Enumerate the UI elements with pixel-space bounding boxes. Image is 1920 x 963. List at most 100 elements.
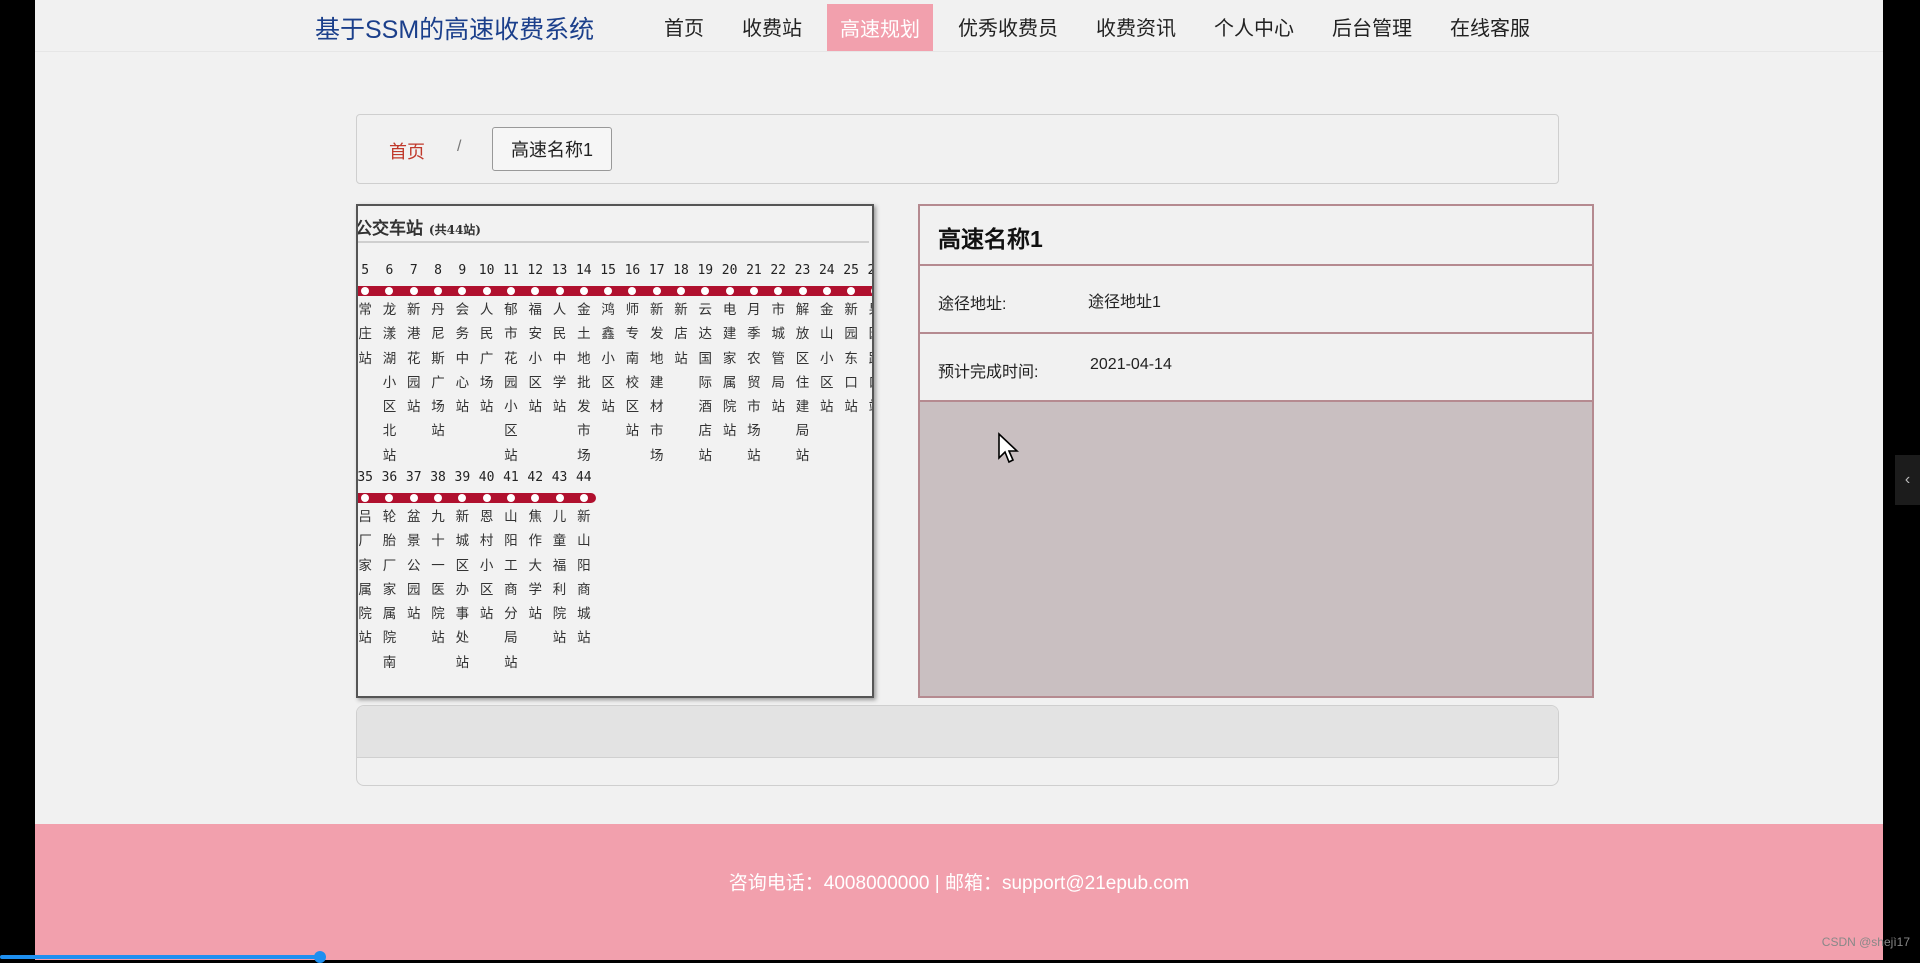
stop-name: 果园路口站 (863, 298, 872, 468)
nav-item-3[interactable]: 优秀收费员 (939, 0, 1077, 52)
breadcrumb-separator: / (457, 138, 462, 155)
stop-name: 丹尼斯广场站 (431, 302, 445, 440)
stop-dot (409, 287, 418, 295)
stop-number: 40 (478, 470, 495, 485)
stop-dot (725, 287, 734, 295)
nav-item-1[interactable]: 收费站 (723, 0, 821, 52)
page: 基于SSM的高速收费系统 首页 收费站 高速规划 优秀收费员 收费资讯 个人中心 后台管理在… (35, 0, 1883, 960)
row1-stop-numbers: 567 8 9 10 11 12 13 14 15 16 17 18 19 20 21 22 23 24 25 26 (358, 263, 872, 278)
stop-name: 人民广场站 (479, 302, 494, 416)
stop-number: 26 (863, 263, 872, 278)
stop-name: 恩村小区站 (479, 509, 494, 623)
stop-number: 18 (673, 263, 689, 278)
stop-name: 月季农贸市场站 (747, 302, 761, 464)
stop-dot (482, 494, 491, 502)
mouse-cursor-icon (998, 432, 1019, 464)
footer-contact: 咨询电话：4008000000 | 邮箱：support@21epub.com (728, 873, 1190, 894)
stop-dot (434, 494, 443, 502)
nav-item-6[interactable]: 后台管理 (1313, 0, 1431, 52)
stop-name: 郁市花园小区站 (504, 302, 518, 464)
row1-stop-names: 常庄站龙漾湖小区北站新港花园站丹尼斯广场站会务中心站人民广场站郁市花园小区站福安… (358, 298, 872, 468)
stop-number: 20 (721, 263, 738, 278)
content-box (356, 705, 1559, 786)
stop-number: 7 (409, 263, 418, 278)
route-row: 途径地址: 途径地址1 (920, 266, 1592, 334)
stop-number: 39 (454, 470, 471, 485)
route-map-header: 公交车站 (共44站) (358, 206, 869, 243)
footer: 咨询电话：4008000000 | 邮箱：support@21epub.com (35, 824, 1883, 960)
top-nav: 基于SSM的高速收费系统 首页 收费站 高速规划 优秀收费员 收费资讯 个人中心 后台管理在… (35, 0, 1883, 52)
stop-number: 25 (843, 263, 859, 278)
stop-name: 吕厂家属院站 (358, 509, 372, 647)
stop-dot (652, 287, 661, 295)
stop-dot (506, 494, 515, 502)
stop-name: 金土地批发市场 (577, 302, 591, 464)
content-box-header (357, 706, 1558, 758)
breadcrumb: 首页 / 高速名称1 (356, 114, 1559, 184)
stop-number: 38 (430, 470, 446, 485)
stop-dot (385, 287, 394, 295)
chevron-left-icon[interactable]: ‹ (1895, 455, 1920, 505)
stop-dot (579, 287, 588, 295)
stop-dot (822, 287, 831, 295)
stop-dot (677, 287, 686, 295)
stop-number: 6 (385, 263, 394, 278)
row2-stop-numbers: 35 36 37 38 39 40 41 42 43 44 (357, 470, 596, 485)
stop-name: 新店站 (674, 302, 688, 367)
route-label: 途径地址: (938, 296, 1007, 313)
stop-dot (604, 287, 613, 295)
stop-name: 九十一医院站 (431, 509, 445, 647)
stop-name: 云达国际酒店站 (698, 302, 713, 464)
breadcrumb-home-link[interactable]: 首页 (389, 138, 425, 164)
stop-name: 新城区办事处站 (455, 509, 470, 671)
stop-number: 14 (575, 263, 592, 278)
stop-dot (749, 287, 758, 295)
stop-name: 新园东口站 (844, 302, 858, 416)
stop-number: 5 (361, 263, 370, 278)
stop-name: 人民中学站 (552, 302, 567, 416)
nav-item-4[interactable]: 收费资讯 (1077, 0, 1195, 52)
stop-name: 师专南校区站 (625, 302, 640, 440)
stop-dot (434, 287, 443, 295)
stop-dot (506, 287, 515, 295)
stop-dot (385, 494, 394, 502)
stop-name: 盆景公园站 (406, 509, 421, 623)
stop-name: 常庄站 (358, 302, 372, 367)
stop-dot (458, 494, 467, 502)
nav-item-5[interactable]: 个人中心 (1195, 0, 1313, 52)
stop-name: 鸿鑫小区站 (601, 302, 615, 416)
video-progress-knob[interactable] (314, 951, 326, 963)
row1-route-line (358, 286, 872, 296)
stop-name: 新发地建材市场 (649, 302, 664, 464)
date-row: 预计完成时间: 2021-04-14 (920, 334, 1592, 402)
site-title: 基于SSM的高速收费系统 (315, 16, 595, 44)
nav-item-7[interactable]: 在线客服 (1431, 0, 1549, 52)
stop-dot (531, 287, 540, 295)
nav-item-0[interactable]: 首页 (645, 0, 723, 52)
stop-name: 轮胎厂家属院南 (382, 509, 397, 671)
video-progress-bar[interactable] (0, 955, 320, 959)
stop-name: 新港花园站 (406, 302, 421, 416)
highway-detail-panel: 高速名称1 途径地址: 途径地址1 预计完成时间: 2021-04-14 (918, 204, 1594, 698)
stop-number: 8 (434, 263, 442, 278)
stop-dot (555, 287, 564, 295)
stop-number: 44 (575, 470, 592, 485)
stop-dot (701, 287, 710, 295)
nav-item-2[interactable]: 高速规划 (827, 4, 933, 51)
date-label: 预计完成时间: (938, 364, 1039, 381)
stop-name: 福安小区站 (528, 302, 542, 416)
stop-number: 10 (478, 263, 495, 278)
stop-number: 15 (600, 263, 616, 278)
stop-name: 焦作大学站 (528, 509, 542, 623)
stop-dot (361, 494, 370, 502)
route-value: 途径地址1 (1088, 294, 1161, 311)
breadcrumb-current[interactable]: 高速名称1 (492, 127, 613, 171)
stop-name: 会务中心站 (455, 302, 470, 416)
stop-number: 23 (794, 263, 811, 278)
stop-number: 35 (357, 470, 373, 485)
stop-number: 36 (381, 470, 398, 485)
stop-number: 43 (551, 470, 568, 485)
stop-dot (531, 494, 540, 502)
stop-number: 21 (746, 263, 762, 278)
stop-dot (482, 287, 491, 295)
